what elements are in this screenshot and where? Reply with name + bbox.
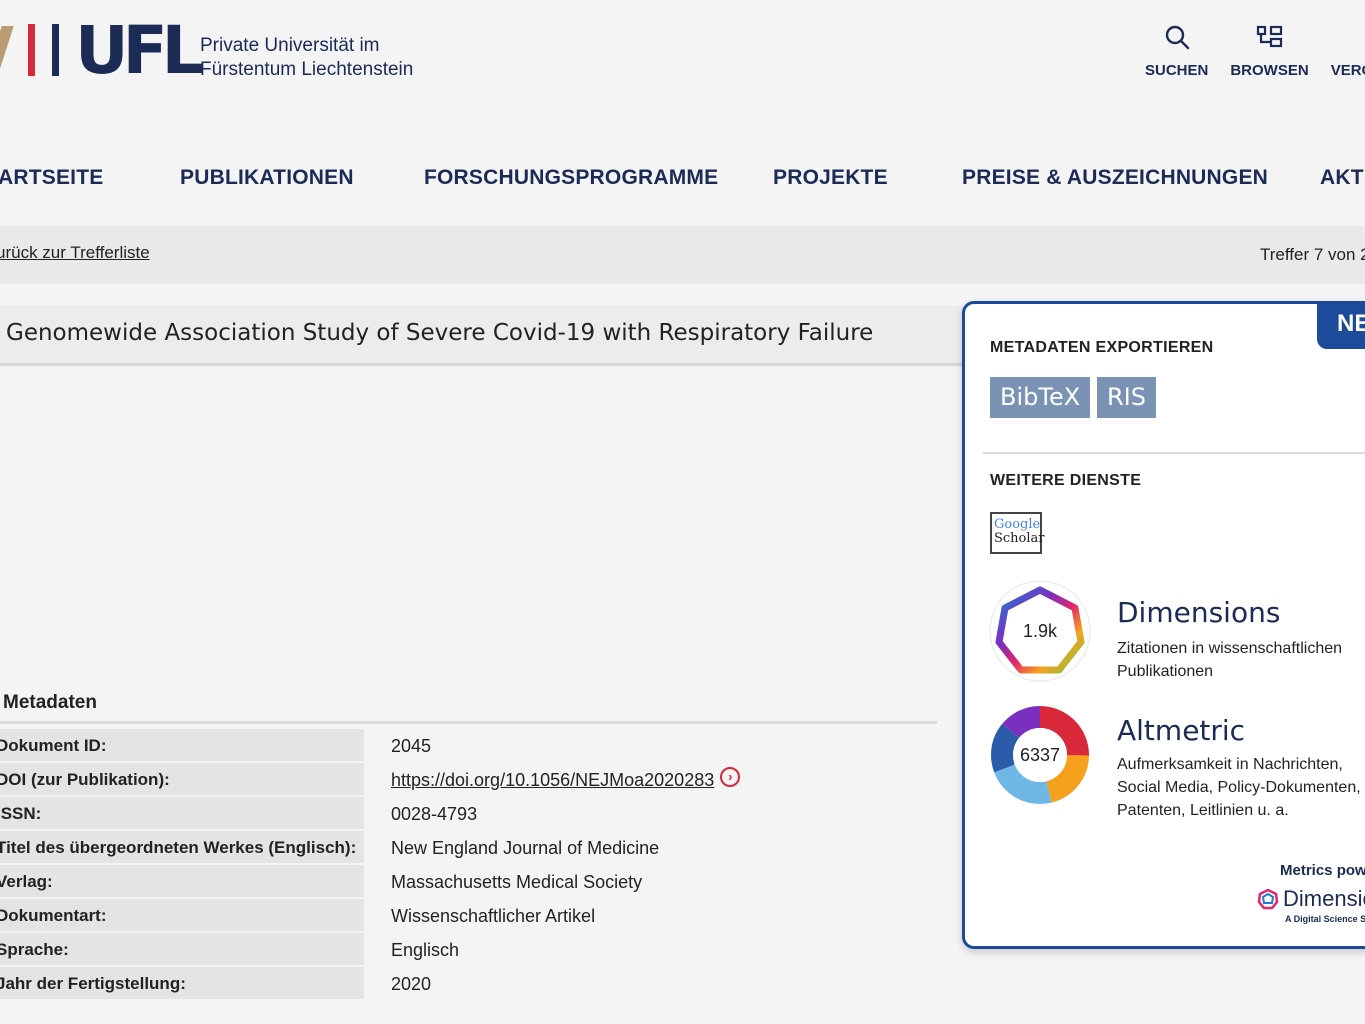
- search-tool-label: SUCHEN: [1145, 62, 1209, 79]
- metadata-heading: Metadaten: [3, 692, 97, 713]
- dimensions-badge[interactable]: 1.9k: [989, 580, 1091, 682]
- metadata-key: Titel des übergeordneten Werkes (Englisc…: [0, 831, 364, 865]
- breadcrumb-bar: urück zur Trefferliste Treffer 7 von 2: [0, 226, 1365, 284]
- nav-item-forschungsprogramme[interactable]: FORSCHUNGSPROGRAMME: [424, 166, 718, 190]
- search-tool[interactable]: SUCHEN: [1145, 22, 1208, 79]
- altmetric-score: 6337: [1019, 745, 1061, 765]
- logo-red-stripe: [28, 24, 35, 76]
- table-row: Jahr der Fertigstellung: 2020: [0, 967, 937, 1001]
- metadata-value: Wissenschaftlicher Artikel: [391, 906, 596, 926]
- google-scholar-word: Google: [994, 517, 1041, 532]
- altmetric-title[interactable]: Altmetric: [1117, 714, 1245, 747]
- document-title: Genomewide Association Study of Severe C…: [6, 320, 874, 346]
- metadata-value: Massachusetts Medical Society: [391, 872, 643, 892]
- metadata-key: ISSN:: [0, 797, 364, 831]
- metadata-value: 2045: [391, 736, 432, 756]
- metrics-powered-by: Metrics powe: [1280, 862, 1365, 879]
- dimensions-logo-icon: [1257, 888, 1279, 910]
- metadata-table: Dokument ID: 2045 DOI (zur Publikation):…: [0, 729, 937, 1001]
- doi-link[interactable]: https://doi.org/10.1056/NEJMoa2020283: [391, 764, 714, 796]
- altmetric-badge[interactable]: 6337: [989, 704, 1091, 806]
- metadata-value: https://doi.org/10.1056/NEJMoa2020283 ›: [364, 763, 741, 797]
- dimensions-title[interactable]: Dimensions: [1117, 596, 1280, 629]
- metadata-key: DOI (zur Publikation):: [0, 763, 364, 797]
- metadata-key: Dokumentart:: [0, 899, 364, 933]
- back-to-results-link[interactable]: urück zur Trefferliste: [0, 243, 150, 263]
- nav-item-publikationen[interactable]: PUBLIKATIONEN: [180, 166, 354, 190]
- sidebar-panel: NE METADATEN EXPORTIEREN BibTeX RIS WEIT…: [962, 301, 1365, 949]
- bibtex-export-button[interactable]: BibTeX: [990, 377, 1091, 418]
- logo-subtitle-line1: Private Universität im: [200, 35, 380, 56]
- table-row: DOI (zur Publikation): https://doi.org/1…: [0, 763, 937, 797]
- logo-text: UFL: [75, 12, 204, 89]
- logo-subtitle-line2: Fürstentum Liechtenstein: [200, 59, 414, 80]
- metadata-key: Jahr der Fertigstellung:: [0, 967, 364, 1001]
- browse-tool-label: BROWSEN: [1230, 62, 1309, 79]
- table-row: Dokument ID: 2045: [0, 729, 937, 763]
- metadata-divider: [0, 721, 937, 724]
- dimensions-description: Zitationen in wissenschaftlichen Publika…: [1117, 640, 1343, 680]
- publish-tool-label: VERÖFF: [1330, 62, 1365, 79]
- publish-tool[interactable]: VERÖFF: [1331, 22, 1365, 79]
- ufl-logo-mark: UFL: [0, 12, 204, 89]
- section-divider: [983, 452, 1365, 454]
- metadata-value: New England Journal of Medicine: [391, 838, 660, 858]
- nav-item-projekte[interactable]: PROJEKTE: [773, 166, 888, 190]
- search-icon: [1163, 22, 1191, 52]
- browse-icon: [1256, 22, 1284, 52]
- nav-item-startseite[interactable]: ARTSEITE: [0, 166, 103, 190]
- table-row: Titel des übergeordneten Werkes (Englisc…: [0, 831, 937, 865]
- nav-item-preise[interactable]: PREISE & AUSZEICHNUNGEN: [962, 166, 1268, 190]
- external-link-icon[interactable]: ›: [720, 767, 741, 787]
- top-tools: SUCHEN BROWSEN VERÖFF: [1145, 22, 1365, 79]
- dimensions-count: 1.9k: [1022, 621, 1058, 641]
- ris-export-button[interactable]: RIS: [1097, 377, 1156, 418]
- publish-icon: [1347, 22, 1365, 52]
- metadata-key: Dokument ID:: [0, 729, 364, 763]
- new-badge: NE: [1317, 302, 1365, 349]
- services-section-title: WEITERE DIENSTE: [990, 472, 1142, 489]
- metadata-value: 0028-4793: [391, 804, 478, 824]
- metadata-value: 2020: [391, 974, 432, 994]
- export-section-title: METADATEN EXPORTIEREN: [990, 339, 1214, 356]
- table-row: Dokumentart: Wissenschaftlicher Artikel: [0, 899, 937, 933]
- table-row: Verlag: Massachusetts Medical Society: [0, 865, 937, 899]
- logo-subtitle: Private Universität im Fürstentum Liecht…: [200, 34, 413, 82]
- table-row: ISSN: 0028-4793: [0, 797, 937, 831]
- metadata-key: Sprache:: [0, 933, 364, 967]
- logo-navy-stripe: [52, 24, 59, 76]
- dimensions-logo-subtitle: A Digital Science So: [1285, 914, 1365, 924]
- site-logo[interactable]: UFL: [0, 12, 204, 89]
- metadata-key: Verlag:: [0, 865, 364, 899]
- dimensions-logo-text: Dimensio: [1283, 886, 1365, 911]
- scholar-word: Scholar: [994, 531, 1045, 546]
- main-nav: ARTSEITE PUBLIKATIONEN FORSCHUNGSPROGRAM…: [0, 160, 1365, 200]
- altmetric-description: Aufmerksamkeit in Nachrichten, Social Me…: [1117, 756, 1361, 819]
- metadata-value: Englisch: [391, 940, 460, 960]
- document-title-bar: Genomewide Association Study of Severe C…: [0, 306, 962, 366]
- dimensions-logo[interactable]: Dimensio: [1257, 886, 1365, 912]
- table-row: Sprache: Englisch: [0, 933, 937, 967]
- nav-item-aktivitaeten[interactable]: AKTI: [1320, 166, 1365, 190]
- logo-gold-stripe: [0, 26, 14, 74]
- browse-tool[interactable]: BROWSEN: [1230, 22, 1309, 79]
- hit-counter: Treffer 7 von 2: [1260, 245, 1365, 264]
- google-scholar-link[interactable]: Google Scholar: [990, 512, 1045, 554]
